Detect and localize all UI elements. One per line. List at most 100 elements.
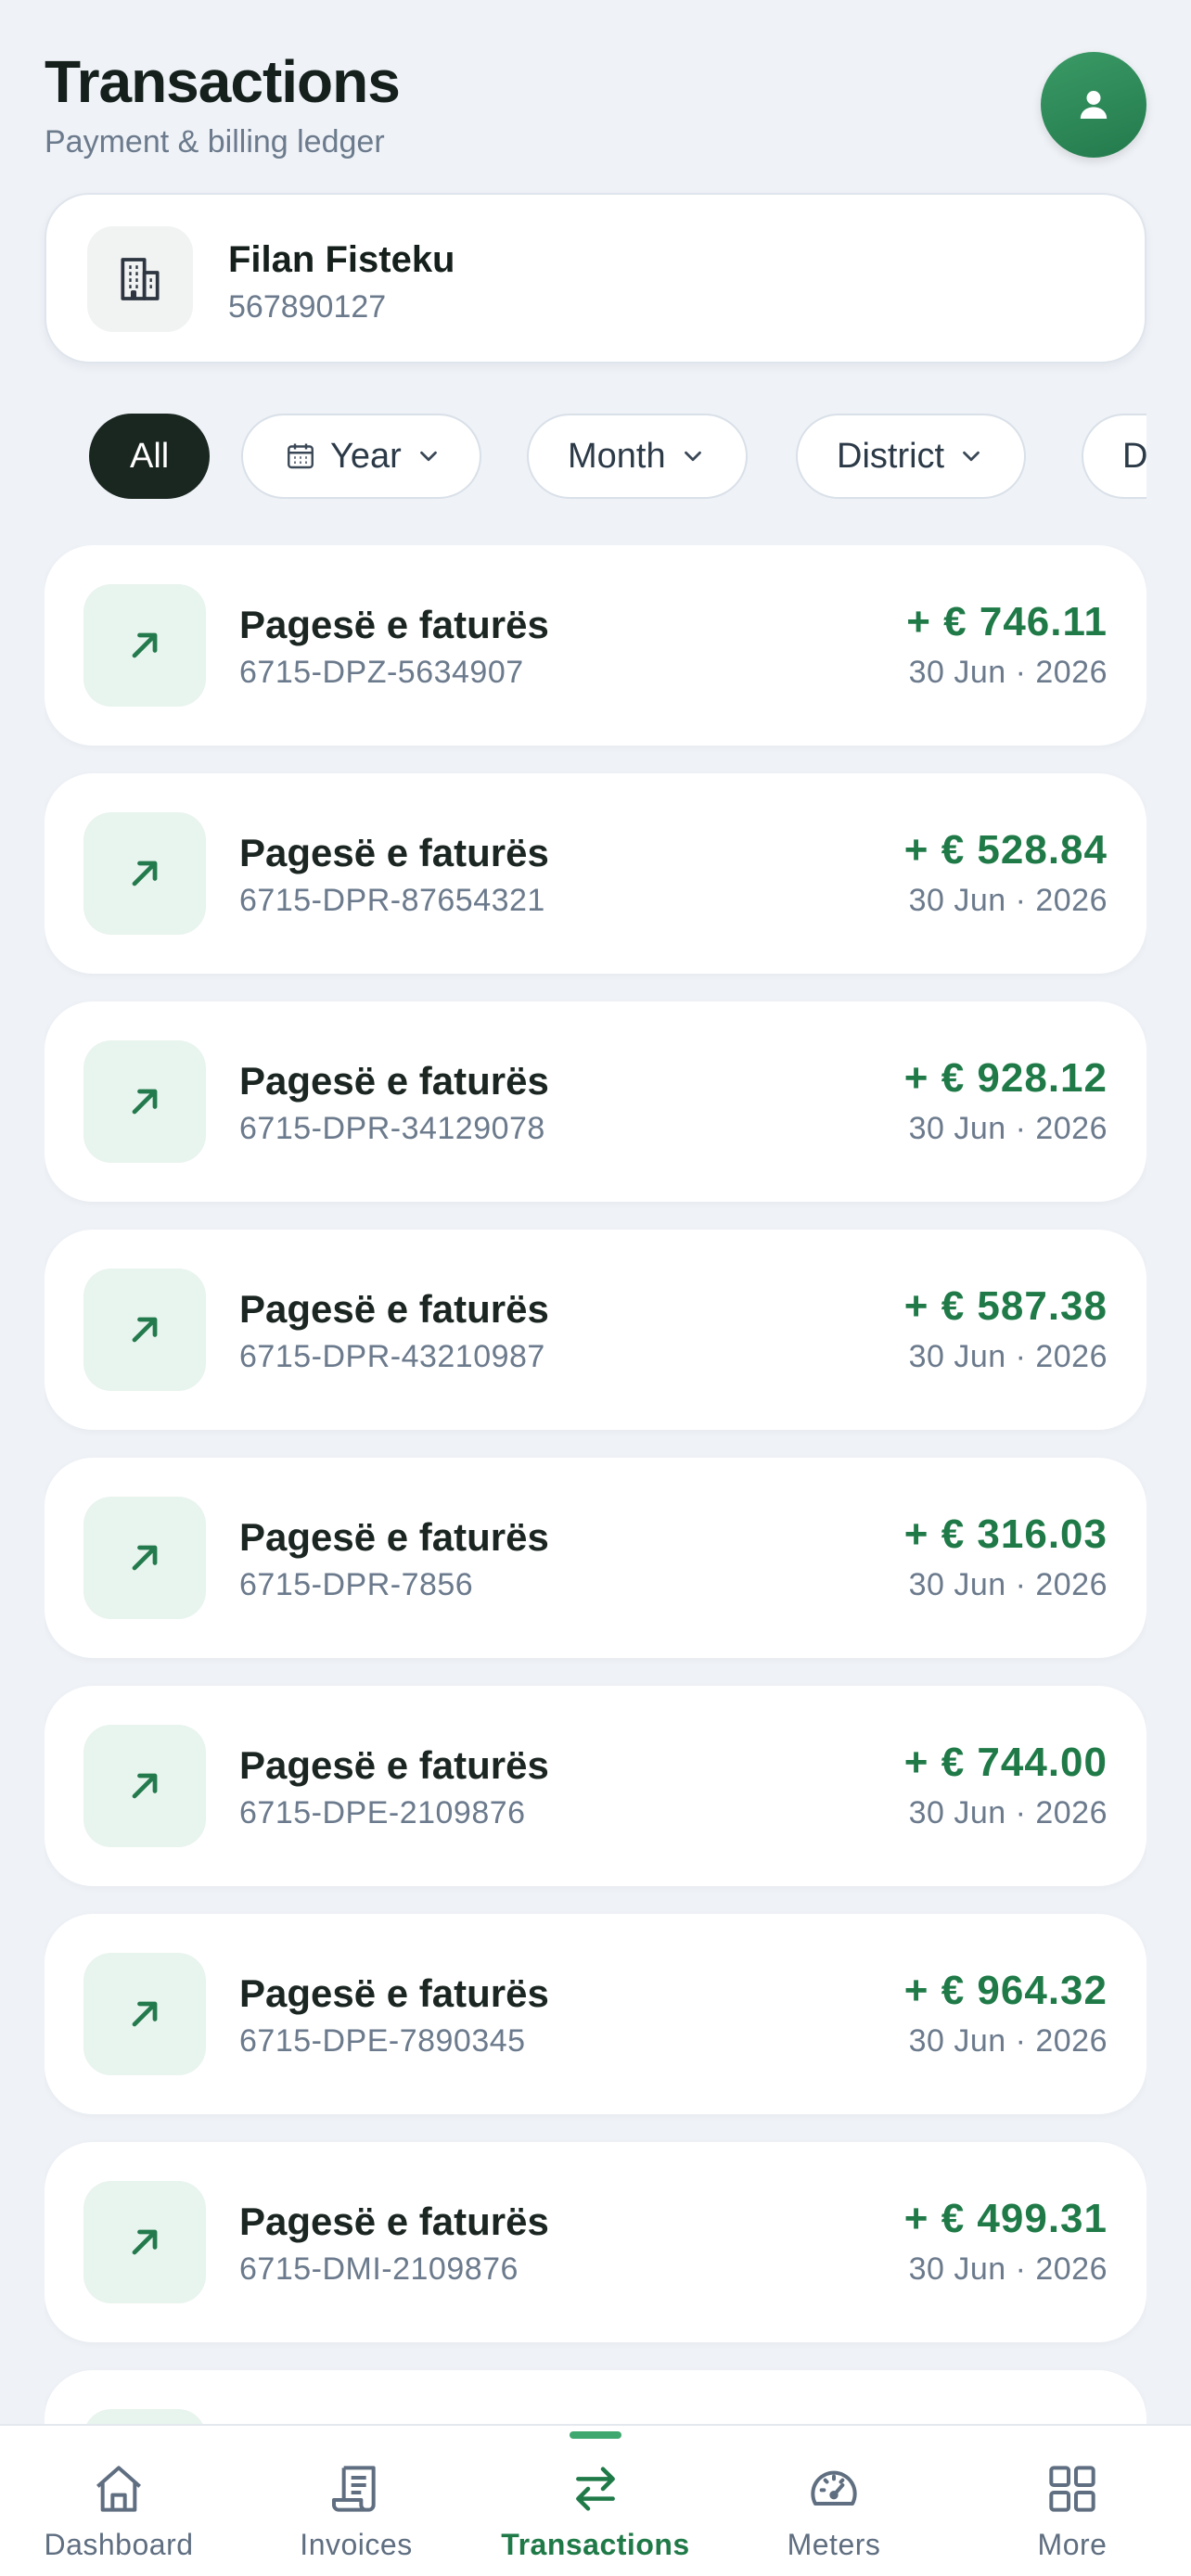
- transaction-amount: + € 587.38: [903, 1283, 1108, 1329]
- transaction-title: Pagesë e faturës: [239, 1059, 549, 1103]
- transaction-icon-tile: [83, 1725, 206, 1847]
- transaction-amount: + € 964.32: [903, 1968, 1108, 2013]
- transaction-amount: + € 746.11: [906, 599, 1108, 644]
- transaction-icon-tile: [83, 812, 206, 935]
- page-title: Transactions: [45, 48, 401, 115]
- arrow-up-right-icon: [132, 1089, 158, 1115]
- tab-label: More: [1037, 2528, 1108, 2561]
- chevron-down-icon: [419, 451, 437, 462]
- tab-transactions[interactable]: Transactions: [477, 2426, 714, 2576]
- active-tab-indicator: [570, 2431, 621, 2439]
- filter-chip-year[interactable]: Year: [241, 414, 481, 499]
- filter-chip-row: All Year Month District D: [89, 414, 1146, 503]
- tab-label: Invoices: [300, 2528, 413, 2561]
- transaction-icon-tile: [83, 1040, 206, 1163]
- bottom-tab-bar: Dashboard Invoices Transactions Meters M…: [0, 2424, 1191, 2576]
- transaction-icon-tile: [83, 2181, 206, 2303]
- transaction-icon-tile: [83, 1497, 206, 1619]
- transaction-date: 30 Jun · 2026: [908, 1339, 1108, 1374]
- arrow-up-right-icon: [132, 1773, 158, 1799]
- transaction-row[interactable]: Pagesë e faturës 6715-DPR-43210987 + € 5…: [45, 1230, 1146, 1430]
- filter-chip-district[interactable]: District: [796, 414, 1027, 499]
- transfer-icon: [576, 2467, 615, 2511]
- filter-chip-label: All: [130, 436, 170, 476]
- filter-chip-label: Month: [568, 436, 666, 476]
- transaction-title: Pagesë e faturës: [239, 1515, 549, 1559]
- grid-icon: [1049, 2466, 1095, 2512]
- transaction-row[interactable]: Pagesë e faturës 6715-DMI-2109876 + € 49…: [45, 2142, 1146, 2342]
- arrow-up-right-icon: [132, 861, 158, 886]
- transaction-icon-tile: [83, 584, 206, 707]
- user-icon: [1080, 91, 1108, 119]
- transaction-reference: 6715-DPZ-5634907: [239, 655, 524, 690]
- account-card[interactable]: Filan Fisteku 567890127: [45, 193, 1146, 363]
- calendar-icon: [288, 443, 314, 469]
- transaction-row[interactable]: Pagesë e faturës 6715-DPZ-5634907 + € 74…: [45, 545, 1146, 746]
- filter-chip-label: Year: [330, 436, 402, 476]
- arrow-up-right-icon: [132, 632, 158, 658]
- transaction-amount: + € 316.03: [903, 1511, 1108, 1557]
- transaction-title: Pagesë e faturës: [239, 603, 549, 646]
- transaction-amount: + € 499.31: [903, 2196, 1108, 2241]
- building-icon: [121, 258, 160, 300]
- tab-invoices[interactable]: Invoices: [237, 2426, 475, 2576]
- transaction-date: 30 Jun · 2026: [908, 1567, 1108, 1602]
- transaction-reference: 6715-DPR-34129078: [239, 1111, 545, 1146]
- transaction-amount: + € 528.84: [903, 827, 1108, 873]
- transaction-row[interactable]: Pagesë e faturës 6715-DPR-7856 + € 316.0…: [45, 1458, 1146, 1658]
- filter-chip-all[interactable]: All: [89, 414, 211, 499]
- arrow-up-right-icon: [132, 2001, 158, 2027]
- transaction-row[interactable]: Pagesë e faturës 6715-DPR-87654321 + € 5…: [45, 773, 1146, 974]
- tab-label: Meters: [787, 2528, 881, 2561]
- tab-label: Dashboard: [44, 2528, 194, 2561]
- transaction-amount: + € 928.12: [903, 1055, 1108, 1101]
- receipt-icon: [332, 2466, 376, 2512]
- page-subtitle: Payment & billing ledger: [45, 124, 385, 159]
- filter-chip-more[interactable]: D: [1082, 414, 1146, 499]
- transaction-title: Pagesë e faturës: [239, 1971, 549, 2015]
- profile-avatar-button[interactable]: [1041, 52, 1146, 158]
- chevron-down-icon: [963, 451, 980, 462]
- tab-more[interactable]: More: [954, 2426, 1191, 2576]
- transaction-date: 30 Jun · 2026: [908, 1111, 1108, 1146]
- filter-chip-label: District: [837, 436, 945, 476]
- transaction-row[interactable]: Pagesë e faturës 6715-DPR-34129078 + € 9…: [45, 1001, 1146, 1202]
- transaction-icon-tile: [83, 1953, 206, 2075]
- home-icon: [96, 2466, 141, 2512]
- transaction-date: 30 Jun · 2026: [908, 883, 1108, 918]
- transaction-title: Pagesë e faturës: [239, 831, 549, 874]
- transaction-title: Pagesë e faturës: [239, 1743, 549, 1787]
- filter-chip-month[interactable]: Month: [527, 414, 748, 499]
- account-icon-tile: [87, 226, 193, 332]
- chevron-down-icon: [684, 451, 701, 462]
- transaction-reference: 6715-DMI-2109876: [239, 2251, 519, 2287]
- arrow-up-right-icon: [132, 1545, 158, 1571]
- transaction-date: 30 Jun · 2026: [908, 655, 1108, 690]
- tab-meters[interactable]: Meters: [715, 2426, 953, 2576]
- arrow-up-right-icon: [132, 1317, 158, 1343]
- tab-label: Transactions: [501, 2528, 690, 2561]
- arrow-up-right-icon: [132, 2229, 158, 2255]
- transaction-list: Pagesë e faturës 6715-DPZ-5634907 + € 74…: [45, 545, 1146, 2428]
- filter-chip-label: D: [1122, 436, 1146, 476]
- transaction-amount: + € 744.00: [903, 1740, 1108, 1785]
- transaction-date: 30 Jun · 2026: [908, 1795, 1108, 1830]
- transaction-reference: 6715-DPE-7890345: [239, 2023, 526, 2059]
- account-name: Filan Fisteku: [228, 239, 455, 280]
- transaction-icon-tile: [83, 1269, 206, 1391]
- transaction-title: Pagesë e faturës: [239, 1287, 549, 1331]
- transaction-date: 30 Jun · 2026: [908, 2023, 1108, 2059]
- transaction-date: 30 Jun · 2026: [908, 2251, 1108, 2287]
- tab-dashboard[interactable]: Dashboard: [0, 2426, 237, 2576]
- transaction-row[interactable]: Pagesë e faturës 6715-DPE-7890345 + € 96…: [45, 1914, 1146, 2114]
- gauge-icon: [811, 2470, 857, 2506]
- transaction-reference: 6715-DPR-87654321: [239, 883, 545, 918]
- transaction-reference: 6715-DPR-7856: [239, 1567, 474, 1602]
- account-number: 567890127: [228, 289, 387, 325]
- transaction-reference: 6715-DPE-2109876: [239, 1795, 526, 1830]
- transaction-title: Pagesë e faturës: [239, 2200, 549, 2243]
- page-header: Transactions Payment & billing ledger: [45, 46, 1146, 167]
- transaction-reference: 6715-DPR-43210987: [239, 1339, 545, 1374]
- transaction-row[interactable]: Pagesë e faturës 6715-DPE-2109876 + € 74…: [45, 1686, 1146, 1886]
- transaction-row-partial[interactable]: [45, 2370, 1146, 2428]
